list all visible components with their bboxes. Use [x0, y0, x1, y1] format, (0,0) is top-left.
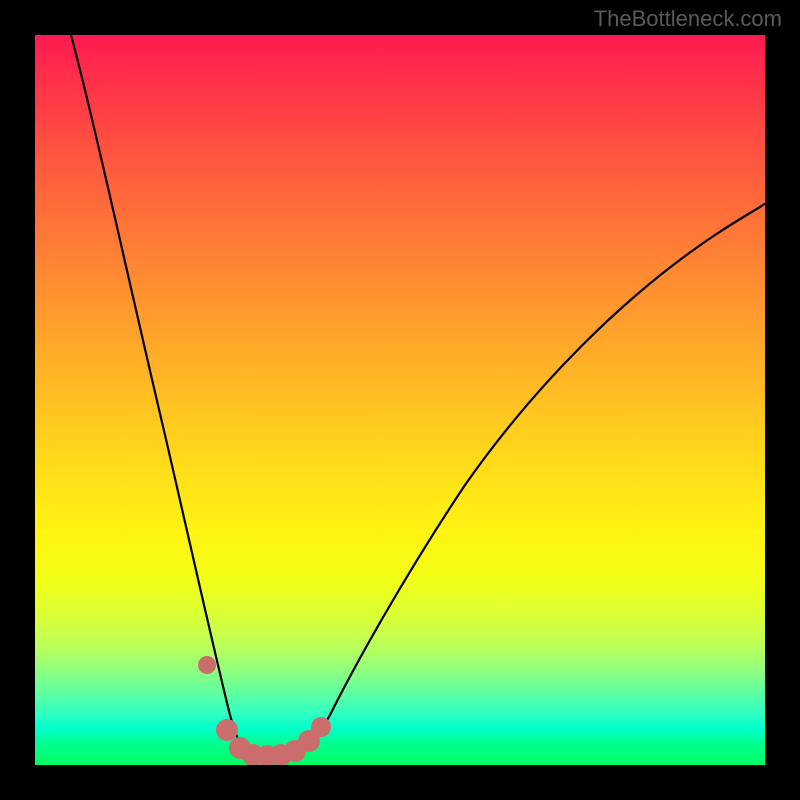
highlight-markers-group	[198, 656, 331, 765]
bottleneck-curve-line	[71, 35, 765, 756]
chart-frame: TheBottleneck.com	[0, 0, 800, 800]
marker-dot	[216, 719, 238, 741]
marker-dot	[311, 717, 331, 737]
watermark-text: TheBottleneck.com	[594, 6, 782, 32]
marker-dot	[198, 656, 216, 674]
chart-svg	[35, 35, 765, 765]
plot-area	[35, 35, 765, 765]
